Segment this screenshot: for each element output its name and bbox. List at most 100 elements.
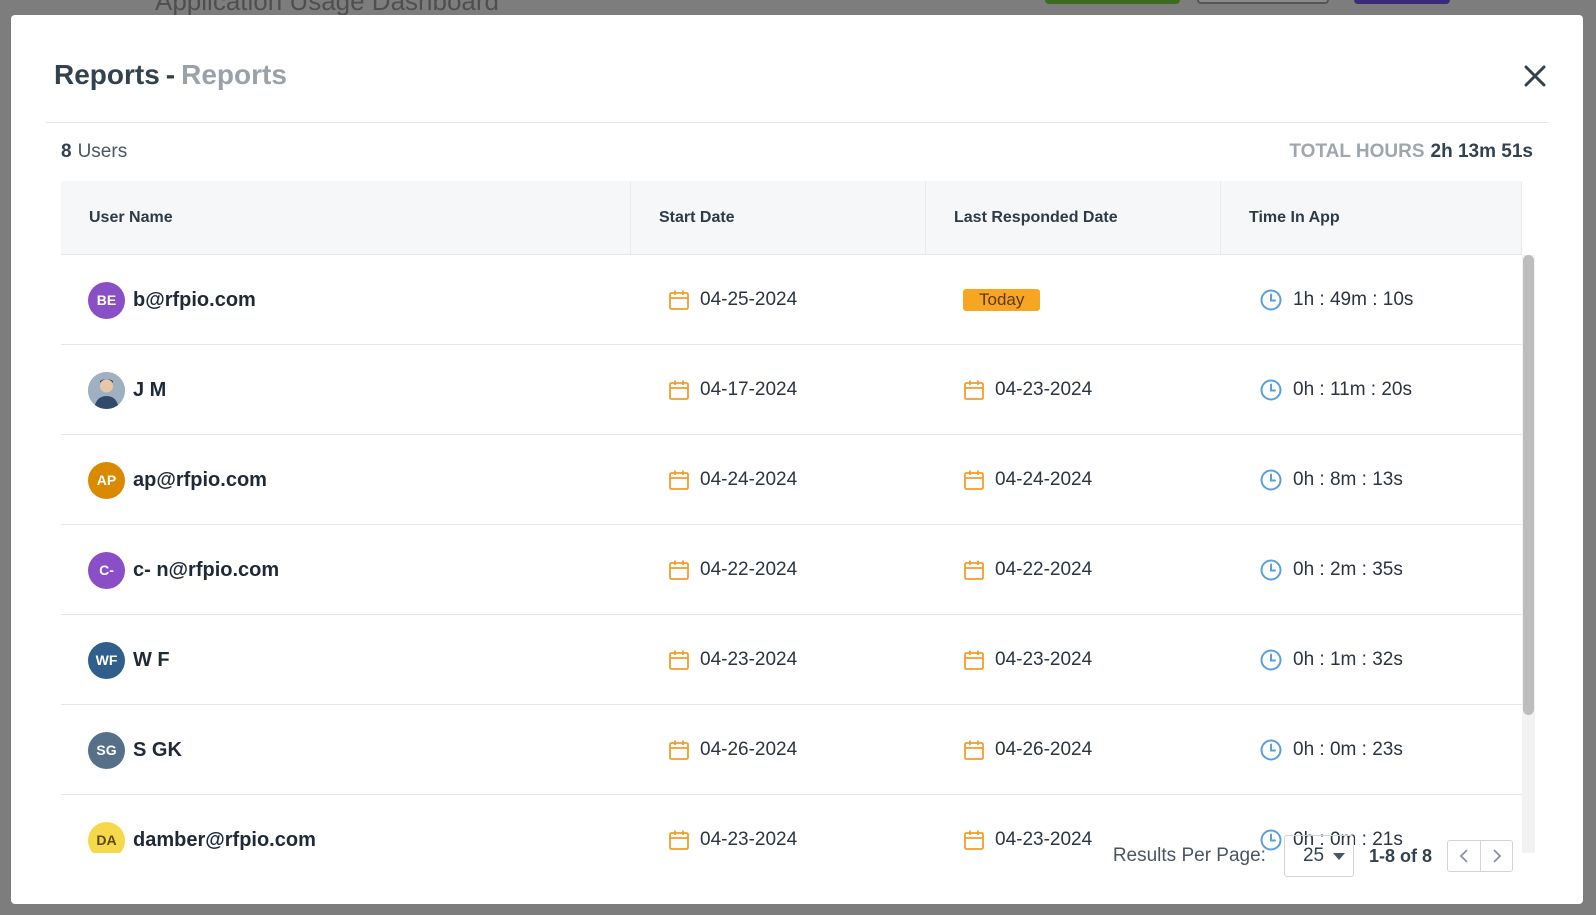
start-date: 04-23-2024 (700, 649, 798, 670)
calendar-icon (964, 560, 984, 580)
user-name-cell: SG S GK (88, 705, 628, 795)
calendar-icon (669, 740, 689, 760)
table-header: User Name Start Date Last Responded Date… (61, 181, 1522, 255)
start-date-cell: 04-17-2024 (668, 345, 928, 435)
calendar-icon (669, 470, 689, 490)
results-per-page-select[interactable]: 25 (1283, 835, 1354, 877)
calendar-icon (669, 650, 689, 670)
total-hours-value: 2h 13m 51s (1430, 141, 1533, 162)
user-count-label: Users (77, 141, 128, 162)
user-name: c- n@rfpio.com (133, 558, 280, 581)
user-name: b@rfpio.com (133, 288, 256, 311)
time-in-app-cell: 0h : 8m : 13s (1259, 435, 1519, 525)
start-date: 04-17-2024 (700, 379, 798, 400)
last-responded-cell: 04-24-2024 (963, 435, 1223, 525)
total-hours: TOTAL HOURS 2h 13m 51s (1289, 141, 1533, 163)
table-row[interactable]: J M 04-17-2024 04-23-2024 0h : 11m : 20s (61, 345, 1522, 435)
column-header-user-name[interactable]: User Name (61, 181, 631, 255)
calendar-icon (964, 830, 984, 850)
chevron-right-icon (1492, 849, 1501, 863)
last-responded-date: 04-26-2024 (995, 739, 1093, 760)
clock-icon (1260, 559, 1282, 581)
start-date-cell: 04-22-2024 (668, 525, 928, 615)
today-badge: Today (963, 289, 1041, 311)
previous-page-button[interactable] (1448, 841, 1480, 871)
table-row[interactable]: SG S GK 04-26-2024 04-26-2024 0h : 0m : 2… (61, 705, 1522, 795)
user-count: 8 Users (61, 141, 127, 163)
total-hours-label: TOTAL HOURS (1289, 141, 1425, 162)
modal-title-sub: Reports (181, 59, 287, 90)
table-body: BE b@rfpio.com 04-25-2024 Today 1h : 49m … (61, 255, 1522, 853)
time-in-app: 0h : 2m : 35s (1293, 559, 1403, 580)
user-name: J M (133, 378, 167, 401)
start-date: 04-25-2024 (700, 289, 798, 310)
last-responded-cell: 04-26-2024 (963, 705, 1223, 795)
table-row[interactable]: BE b@rfpio.com 04-25-2024 Today 1h : 49m … (61, 255, 1522, 345)
last-responded-date: 04-22-2024 (995, 559, 1093, 580)
close-button[interactable] (1522, 63, 1548, 89)
avatar: SG (88, 731, 125, 769)
chevron-left-icon (1459, 849, 1468, 863)
start-date-cell: 04-23-2024 (668, 795, 928, 853)
user-name: ap@rfpio.com (133, 468, 267, 491)
calendar-icon (964, 380, 984, 400)
avatar: BE (88, 281, 125, 319)
pagination-range: 1-8 of 8 (1368, 845, 1432, 866)
user-name-cell: DA damber@rfpio.com (88, 795, 628, 853)
calendar-icon (964, 740, 984, 760)
modal-title: Reports - Reports (54, 59, 287, 91)
column-header-last-responded-date[interactable]: Last Responded Date (926, 181, 1221, 255)
last-responded-cell: 04-23-2024 (963, 345, 1223, 435)
start-date-cell: 04-26-2024 (668, 705, 928, 795)
avatar: C- (88, 551, 125, 589)
time-in-app: 1h : 49m : 10s (1293, 289, 1414, 310)
summary-row: 8 Users TOTAL HOURS 2h 13m 51s (61, 139, 1533, 169)
caret-down-icon (1332, 852, 1345, 860)
close-icon (1524, 65, 1546, 87)
time-in-app-cell: 0h : 0m : 23s (1259, 705, 1519, 795)
time-in-app-cell: 0h : 2m : 35s (1259, 525, 1519, 615)
last-responded-cell: 04-23-2024 (963, 615, 1223, 705)
clock-icon (1260, 289, 1282, 311)
pagination-footer: Results Per Page: 25 1-8 of 8 (1113, 833, 1513, 879)
user-name: damber@rfpio.com (133, 828, 316, 851)
clock-icon (1260, 469, 1282, 491)
user-name-cell: J M (88, 345, 628, 435)
users-table: User Name Start Date Last Responded Date… (61, 181, 1535, 853)
avatar: AP (88, 461, 125, 499)
calendar-icon (669, 830, 689, 850)
table-row[interactable]: WF W F 04-23-2024 04-23-2024 0h : 1m : 32… (61, 615, 1522, 705)
avatar: DA (88, 821, 125, 853)
user-name-cell: C-c- n@rfpio.com (88, 525, 628, 615)
start-date-cell: 04-23-2024 (668, 615, 928, 705)
last-responded-cell: 04-22-2024 (963, 525, 1223, 615)
modal-header: Reports - Reports (46, 15, 1548, 123)
next-page-button[interactable] (1480, 841, 1512, 871)
time-in-app: 0h : 8m : 13s (1293, 469, 1403, 490)
scrollbar-thumb[interactable] (1523, 255, 1534, 715)
user-name-cell: BE b@rfpio.com (88, 255, 628, 345)
results-per-page-label: Results Per Page: (1112, 845, 1266, 866)
background-button-purple (1354, 0, 1450, 4)
user-name-cell: AP ap@rfpio.com (88, 435, 628, 525)
clock-icon (1260, 379, 1282, 401)
last-responded-date: 04-24-2024 (995, 469, 1093, 490)
start-date: 04-24-2024 (700, 469, 798, 490)
background-button-green (1045, 0, 1180, 4)
reports-modal: Reports - Reports 8 Users TOTAL HOURS 2h 13m… (11, 15, 1583, 904)
table-row[interactable]: C-c- n@rfpio.com 04-22-2024 04-22-2024 0… (61, 525, 1522, 615)
avatar (88, 371, 125, 409)
column-header-start-date[interactable]: Start Date (631, 181, 926, 255)
start-date: 04-22-2024 (700, 559, 798, 580)
pager (1447, 840, 1513, 872)
table-row[interactable]: AP ap@rfpio.com 04-24-2024 04-24-2024 0h … (61, 435, 1522, 525)
column-header-time-in-app[interactable]: Time In App (1221, 181, 1522, 255)
user-count-number: 8 (61, 141, 72, 162)
time-in-app: 0h : 1m : 32s (1293, 649, 1403, 670)
last-responded-cell: Today (963, 255, 1223, 345)
user-name: W F (133, 648, 170, 671)
scrollbar-track[interactable] (1522, 255, 1535, 853)
last-responded-date: 04-23-2024 (995, 649, 1093, 670)
modal-title-main: Reports (54, 59, 160, 90)
start-date: 04-23-2024 (700, 829, 798, 850)
